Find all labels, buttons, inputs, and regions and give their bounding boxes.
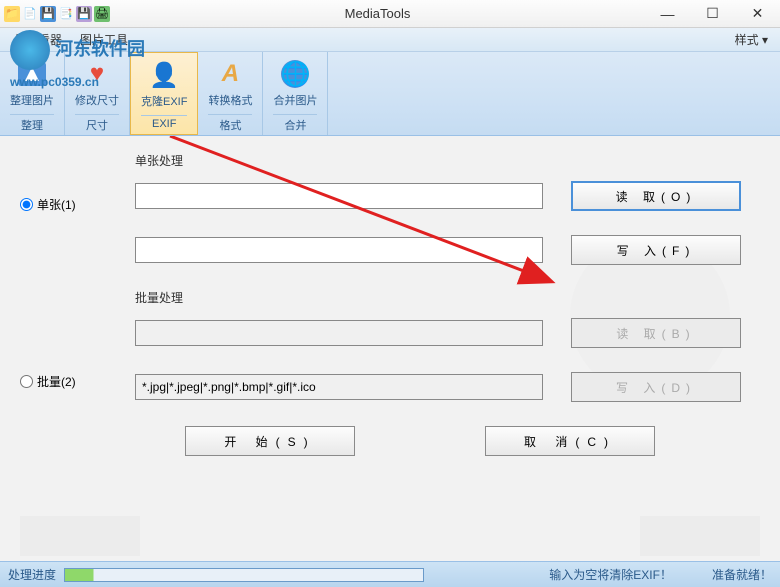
- single-section-label: 单张处理: [135, 152, 760, 169]
- watermark-text: 河东软件园: [55, 39, 145, 59]
- radio-single[interactable]: 单张(1): [20, 196, 76, 213]
- titlebar: 📁 📄 💾 📑 💾 🖨 MediaTools — ☐ ✕: [0, 0, 780, 28]
- globe-icon: 🌐: [279, 58, 311, 90]
- radio-batch[interactable]: 批量(2): [20, 373, 76, 390]
- single-target-input[interactable]: [135, 237, 543, 263]
- progress-bar: [64, 568, 424, 582]
- watermark-logo: [10, 30, 50, 70]
- single-source-input[interactable]: [135, 183, 543, 209]
- ribbon-convert[interactable]: A 转换格式 格式: [198, 52, 263, 135]
- maximize-button[interactable]: ☐: [690, 0, 735, 28]
- cancel-button[interactable]: 取 消(C): [485, 426, 655, 456]
- radio-single-input[interactable]: [20, 198, 33, 211]
- start-button[interactable]: 开 始(S): [185, 426, 355, 456]
- write-button-single[interactable]: 写 入(F): [571, 235, 741, 265]
- statusbar: 处理进度 输入为空将清除EXIF！ 准备就绪！: [0, 561, 780, 587]
- qat-icon-6[interactable]: 🖨: [94, 6, 110, 22]
- read-button-batch: 读 取(B): [571, 318, 741, 348]
- watermark-overlay: 河东软件园 www.pc0359.cn: [10, 30, 145, 91]
- close-button[interactable]: ✕: [735, 0, 780, 28]
- batch-source-input: [135, 320, 543, 346]
- qat-icon-1[interactable]: 📁: [4, 6, 20, 22]
- user-icon: 👤: [148, 59, 180, 91]
- qat-icon-2[interactable]: 📄: [22, 6, 38, 22]
- status-ready: 准备就绪！: [712, 566, 772, 583]
- font-icon: A: [214, 58, 246, 90]
- batch-section-label: 批量处理: [135, 289, 760, 306]
- qat-icon-5[interactable]: 💾: [76, 6, 92, 22]
- read-button-single[interactable]: 读 取(O): [571, 181, 741, 211]
- quick-access-toolbar: 📁 📄 💾 📑 💾 🖨: [0, 6, 110, 22]
- status-hint: 输入为空将清除EXIF！: [549, 566, 672, 583]
- progress-label: 处理进度: [8, 566, 56, 583]
- minimize-button[interactable]: —: [645, 0, 690, 28]
- watermark-url: www.pc0359.cn: [10, 75, 99, 89]
- radio-batch-input[interactable]: [20, 375, 33, 388]
- main-content: 单张(1) 批量(2) 单张处理 读 取(O) 写 入(F) 批量处理 读 取(…: [0, 136, 780, 561]
- ribbon-merge[interactable]: 🌐 合并图片 合并: [263, 52, 328, 135]
- qat-icon-4[interactable]: 📑: [58, 6, 74, 22]
- window-title: MediaTools: [110, 6, 645, 21]
- write-button-batch: 写 入(D): [571, 372, 741, 402]
- qat-icon-3[interactable]: 💾: [40, 6, 56, 22]
- window-controls: — ☐ ✕: [645, 0, 780, 28]
- batch-filter-input: [135, 374, 543, 400]
- style-dropdown[interactable]: 样式 ▾: [735, 31, 780, 48]
